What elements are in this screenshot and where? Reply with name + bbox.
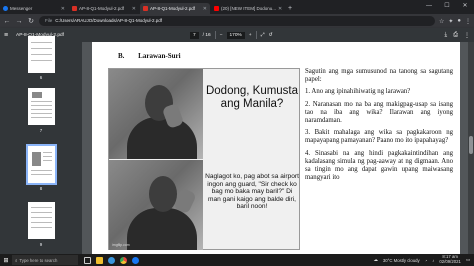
reload-icon[interactable]: ↻ xyxy=(27,17,35,25)
thumbnail-number: 7 xyxy=(39,128,43,133)
tab-label: Messenger xyxy=(10,6,33,11)
notification-icon[interactable]: ▭ xyxy=(466,257,470,263)
download-icon[interactable]: ⤓ xyxy=(445,32,448,39)
page-total: / 16 xyxy=(202,32,211,38)
task-view-icon[interactable] xyxy=(84,256,91,264)
tab-pdf-1[interactable]: AP-8-Q1-Modyul-2.pdf ✕ xyxy=(69,3,139,14)
messenger-app-icon[interactable] xyxy=(132,256,139,264)
page-controls: 7 / 16 − 170% + ⤢ ↺ xyxy=(190,31,272,39)
meme-watermark: imgflip.com xyxy=(112,243,130,247)
address-input[interactable]: File C:/Users/ARAUJO/Downloads/AP-8-Q1-M… xyxy=(39,16,435,26)
more-icon[interactable]: ⋮ xyxy=(464,32,470,39)
tab-label: AP-8-Q1-Modyul-2.pdf xyxy=(150,6,196,11)
thumbnail-number: 9 xyxy=(39,242,43,247)
new-tab-button[interactable]: + xyxy=(284,3,296,14)
back-icon[interactable]: ← xyxy=(3,18,11,25)
maximize-icon[interactable]: ☐ xyxy=(438,0,456,14)
thumbnail-number: 8 xyxy=(39,186,43,191)
question-3: 3. Bakit mahalaga ang wika sa pagkakaroo… xyxy=(305,129,453,145)
fit-page-icon[interactable]: ⤢ xyxy=(261,32,265,38)
drake-approve-photo: imgflip.com xyxy=(109,160,203,250)
forward-icon[interactable]: → xyxy=(15,18,23,25)
divider xyxy=(214,31,216,39)
pdf-viewer[interactable]: B. Larawan-Suri Dodong, Kumusta ang Mani… xyxy=(82,42,474,254)
page-thumbnail[interactable] xyxy=(28,36,55,73)
more-icon[interactable]: ⋮ xyxy=(465,18,471,25)
pdf-page: B. Larawan-Suri Dodong, Kumusta ang Mani… xyxy=(92,42,460,254)
volume-icon[interactable]: ♪ xyxy=(432,258,434,263)
zoom-in-icon[interactable]: + xyxy=(249,33,252,38)
close-icon[interactable]: ✕ xyxy=(132,6,136,12)
network-icon[interactable]: ◔ xyxy=(425,258,428,263)
tab-youtube[interactable]: (20) [NEW ITEM] Dodonu... ✕ xyxy=(211,3,283,14)
toolbar-icons: ☆ ✦ ● ⋮ xyxy=(439,18,471,25)
question-2: 2. Naranasan mo na ba ang makigpag-usap … xyxy=(305,100,453,125)
youtube-icon xyxy=(214,6,219,11)
zoom-input[interactable]: 170% xyxy=(226,31,245,39)
section-title: B. Larawan-Suri xyxy=(118,52,181,60)
drake-disapprove-photo xyxy=(109,69,203,159)
menu-icon[interactable]: ≡ xyxy=(4,32,12,39)
scrollbar[interactable] xyxy=(468,42,474,254)
scrollbar-thumb[interactable] xyxy=(469,136,473,154)
address-path: C:/Users/ARAUJO/Downloads/AP-8-Q1-Modyul… xyxy=(55,18,163,23)
weather-icon[interactable]: ☁ xyxy=(374,257,378,263)
profile-icon[interactable]: ● xyxy=(457,18,461,25)
pdf-icon xyxy=(72,6,77,11)
page-thumbnail-selected[interactable] xyxy=(26,144,57,185)
pdf-toolbar: ≡ AP-8-Q1-Modyul-2.pdf 7 / 16 − 170% + ⤢… xyxy=(0,28,474,42)
questions-block: Sagutin ang mga sumusunod na tanong sa s… xyxy=(305,68,453,186)
pinned-apps xyxy=(84,256,139,264)
close-icon[interactable]: ✕ xyxy=(203,6,207,12)
question-4: 4. Sinasabi na ang hindi pagkakaintindih… xyxy=(305,149,453,182)
pdf-icon xyxy=(143,6,148,11)
address-bar-row: ← → ↻ File C:/Users/ARAUJO/Downloads/AP-… xyxy=(0,14,474,28)
system-tray: ☁ 30°C Mostly cloudy ◔ ♪ 8:17 am 02/09/2… xyxy=(374,255,474,264)
tab-label: (20) [NEW ITEM] Dodonu... xyxy=(221,6,277,11)
tab-pdf-active[interactable]: AP-8-Q1-Modyul-2.pdf ✕ xyxy=(140,3,210,14)
rotate-icon[interactable]: ↺ xyxy=(268,33,272,38)
weather-text[interactable]: 30°C Mostly cloudy xyxy=(383,258,420,263)
instructions-intro: Sagutin ang mga sumusunod na tanong sa s… xyxy=(305,68,453,84)
section-letter: B. xyxy=(118,52,125,60)
meme-top-text: Dodong, Kumusta ang Manila? xyxy=(205,85,299,110)
page-thumbnail[interactable] xyxy=(28,88,55,125)
windows-taskbar: ⊞ ⌕ Type here to search ☁ 30°C Mostly cl… xyxy=(0,254,474,266)
question-1: 1. Ano ang ipinahihiwatig ng larawan? xyxy=(305,88,411,96)
file-explorer-icon[interactable] xyxy=(96,256,103,264)
clock[interactable]: 8:17 am 02/09/2021 xyxy=(439,255,461,264)
search-placeholder: Type here to search xyxy=(19,257,58,263)
thumbnail-sidebar: 6 7 8 9 xyxy=(0,36,82,254)
search-icon: ⌕ xyxy=(15,257,18,263)
messenger-icon xyxy=(3,6,8,11)
windows-start-icon[interactable]: ⊞ xyxy=(0,257,12,264)
window-controls: — ☐ ✕ xyxy=(420,0,474,14)
page-thumbnail[interactable] xyxy=(28,202,55,239)
browser-tab-strip: Messenger ✕ AP-8-Q1-Modyul-2.pdf ✕ AP-8-… xyxy=(0,0,474,14)
page-number-input[interactable]: 7 xyxy=(190,31,199,39)
section-heading: Larawan-Suri xyxy=(138,52,181,60)
star-icon[interactable]: ☆ xyxy=(439,18,444,25)
minimize-icon[interactable]: — xyxy=(420,0,438,14)
print-icon[interactable]: ⎙ xyxy=(453,32,458,39)
close-window-icon[interactable]: ✕ xyxy=(456,0,474,14)
file-label: File xyxy=(45,18,53,23)
chrome-icon[interactable] xyxy=(120,256,127,264)
tab-label: AP-8-Q1-Modyul-2.pdf xyxy=(79,6,125,11)
thumbnail-number: 6 xyxy=(39,75,43,80)
extensions-icon[interactable]: ✦ xyxy=(448,18,453,25)
taskbar-search[interactable]: ⌕ Type here to search xyxy=(12,255,78,265)
clock-date: 02/09/2021 xyxy=(439,259,461,264)
meme-bottom-text: Naglagot ko, pag abot sa airport ingon a… xyxy=(205,173,299,211)
edge-icon[interactable] xyxy=(108,256,115,264)
divider xyxy=(255,31,257,39)
close-icon[interactable]: ✕ xyxy=(278,6,282,12)
tab-messenger[interactable]: Messenger ✕ xyxy=(0,3,68,14)
close-icon[interactable]: ✕ xyxy=(61,6,65,12)
meme-image: Dodong, Kumusta ang Manila? imgflip.com … xyxy=(108,68,300,250)
zoom-out-icon[interactable]: − xyxy=(220,33,223,38)
pdf-actions: ⤓ ⎙ ⋮ xyxy=(445,32,470,39)
